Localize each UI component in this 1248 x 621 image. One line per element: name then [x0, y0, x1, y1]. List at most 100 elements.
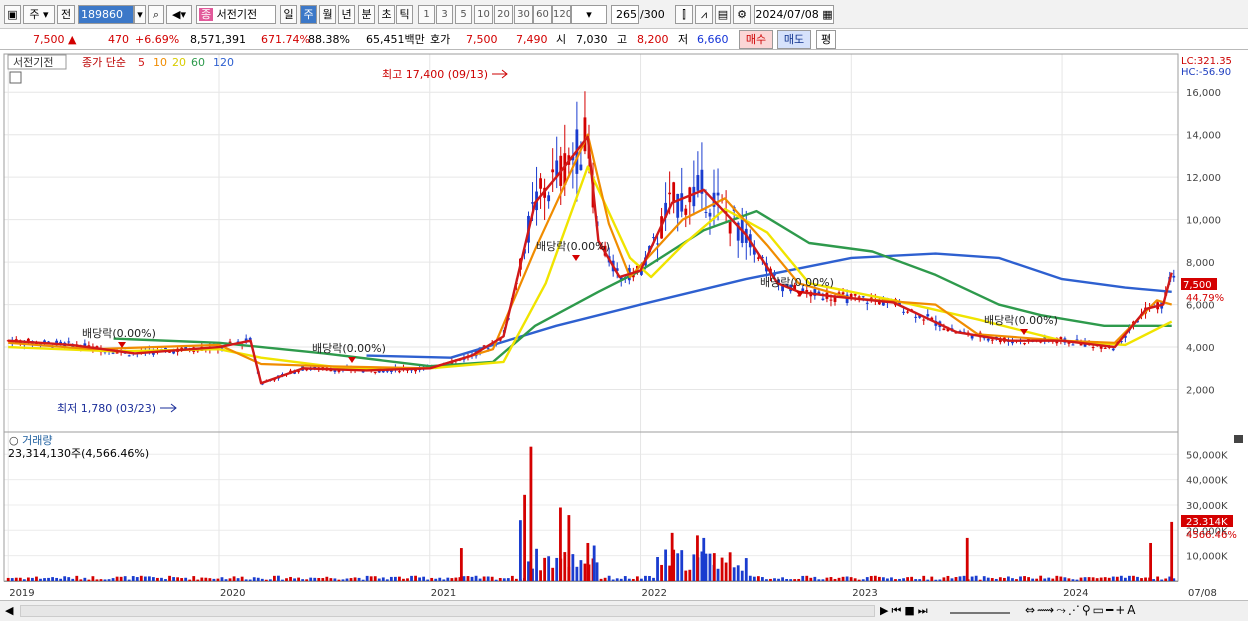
sell-button[interactable]: 매도 — [777, 30, 811, 49]
volume-bar — [543, 557, 547, 581]
volume-bar — [1119, 575, 1123, 581]
flat-button[interactable]: 평 — [816, 30, 836, 49]
volume-bar — [305, 579, 309, 581]
price-change: 470 — [108, 33, 129, 46]
buy-button[interactable]: 매수 — [739, 30, 773, 49]
gear-icon[interactable]: ⚙ — [733, 5, 751, 24]
volume-bar — [482, 576, 486, 581]
period-30[interactable]: 30 — [514, 5, 533, 24]
candle-body — [547, 195, 551, 202]
tab-1[interactable]: 주 — [300, 5, 317, 24]
volume-bar — [385, 579, 389, 581]
volume-bar — [934, 579, 938, 581]
volume-bar — [732, 567, 736, 581]
candle-body — [865, 302, 869, 304]
volume-bar — [656, 557, 659, 581]
volume-bar — [680, 550, 684, 581]
price-tick: 16,000 — [1186, 88, 1221, 99]
chevron-down-icon[interactable]: ▾ — [134, 5, 146, 24]
count-total: /300 — [640, 8, 665, 21]
volume-bar — [244, 579, 248, 581]
volume-bar — [640, 578, 643, 581]
volume-bar — [55, 577, 59, 581]
volume-bar — [789, 579, 793, 581]
volume-bar — [67, 577, 71, 581]
volume-bar — [1087, 577, 1091, 581]
volume-bar — [216, 578, 220, 581]
date-input[interactable]: 2024/07/08 ▦ — [754, 5, 834, 24]
candle-body — [676, 193, 680, 218]
volume-bar — [607, 575, 611, 581]
period-60[interactable]: 60 — [533, 5, 552, 24]
period-120[interactable]: 120 — [552, 5, 571, 24]
panel-close-icon[interactable] — [1234, 435, 1243, 443]
volume-bar — [268, 579, 272, 581]
tab-3[interactable]: 년 — [338, 5, 355, 24]
tool-icons[interactable]: ⇔⟿⤳⋰⚲▭━+A — [1025, 603, 1137, 618]
save-icon[interactable]: ▤ — [715, 5, 731, 24]
volume-spike — [523, 494, 527, 581]
volume-bar — [510, 575, 514, 581]
stock-chart[interactable]: 배당락(0.00%) 배당락(0.00%) 배당락(0.00%) 배당락(0.00%)… — [0, 52, 1248, 600]
period-5[interactable]: 5 — [455, 5, 472, 24]
volume-bar — [47, 577, 50, 581]
turnover-rate: 88.38% — [308, 33, 350, 46]
period-custom-select[interactable]: ▾ — [571, 5, 607, 24]
candle-body — [1071, 344, 1075, 346]
scroll-left-icon[interactable]: ◀ — [5, 604, 13, 617]
volume-bar — [1103, 577, 1107, 581]
volume-bar — [910, 576, 914, 581]
volume-bar — [1095, 578, 1099, 581]
tab-2[interactable]: 월 — [319, 5, 336, 24]
volume-bar — [63, 576, 67, 581]
candle-toggle-icon[interactable]: ⫿ — [675, 5, 693, 24]
line-toggle-icon[interactable]: ⩘ — [695, 5, 713, 24]
period-20[interactable]: 20 — [494, 5, 513, 24]
volume-bar — [1027, 577, 1030, 581]
volume-bar — [59, 578, 63, 581]
candle-body — [668, 192, 672, 195]
window-icon[interactable]: ▣ — [4, 5, 21, 24]
period-10[interactable]: 10 — [474, 5, 493, 24]
volume-bar — [160, 577, 163, 581]
speaker-icon[interactable]: ◀▾ — [166, 5, 192, 24]
stock-name-field[interactable]: 종 서전기전 — [196, 5, 276, 24]
volume-bar — [204, 577, 208, 581]
period-3[interactable]: 3 — [436, 5, 453, 24]
volume-bar — [801, 575, 805, 581]
search-icon[interactable]: ⌕ — [148, 5, 164, 24]
volume-bar — [345, 578, 349, 581]
scrollbar-track[interactable] — [20, 605, 875, 617]
count-input[interactable]: 265 — [611, 5, 639, 24]
tab-6[interactable]: 틱 — [396, 5, 413, 24]
candle-body — [841, 292, 845, 295]
high-annotation: 최고 17,400 (09/13) — [382, 68, 488, 81]
volume-bar — [333, 578, 337, 581]
volume-bar — [111, 578, 115, 581]
tab-0[interactable]: 일 — [280, 5, 297, 24]
volume-bar — [619, 578, 623, 581]
volume-bar — [313, 577, 317, 581]
mode-select[interactable]: 전 — [57, 5, 75, 24]
candle-body — [708, 212, 712, 217]
zoom-slider[interactable] — [950, 606, 1010, 614]
period-1[interactable]: 1 — [418, 5, 435, 24]
table-icon[interactable] — [9, 71, 22, 84]
stock-code-input[interactable]: 189860 — [78, 5, 134, 24]
volume-bar — [817, 579, 821, 581]
volume-bar — [438, 577, 442, 581]
bid-label: 호가 — [430, 33, 451, 46]
ask-price: 7,500 — [466, 33, 498, 46]
scroll-controls[interactable]: ▶⏮■⏭ — [880, 604, 931, 618]
open-label: 시 — [556, 33, 567, 46]
tab-5[interactable]: 초 — [378, 5, 395, 24]
period-type-select[interactable]: 주 ▾ — [23, 5, 55, 24]
volume-bar — [220, 577, 224, 581]
volume-bar — [208, 578, 212, 581]
volume-bar — [454, 577, 458, 581]
volume-bar — [954, 577, 958, 581]
volume-bar — [1091, 577, 1095, 581]
volume-bar — [1039, 575, 1043, 581]
volume-bar — [809, 577, 813, 581]
tab-4[interactable]: 분 — [358, 5, 375, 24]
